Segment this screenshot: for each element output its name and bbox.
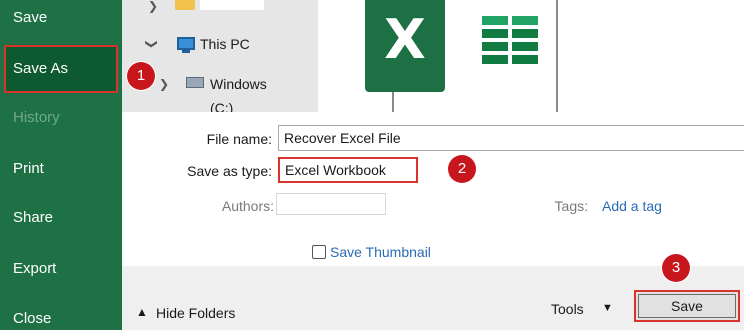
sidebar-item-save[interactable]: Save xyxy=(0,0,122,43)
excel-logo-icon: X xyxy=(365,0,445,92)
chevron-down-icon[interactable]: ❯ xyxy=(140,39,164,49)
save-type-select[interactable]: Excel Workbook xyxy=(278,157,418,183)
computer-stand-icon xyxy=(182,50,190,53)
sidebar-item-print[interactable]: Print xyxy=(0,144,122,194)
backstage-sidebar: Save Save As History Print Share Export … xyxy=(0,0,122,330)
sidebar-item-close[interactable]: Close xyxy=(0,294,122,330)
save-button[interactable]: Save xyxy=(634,290,740,322)
authors-input[interactable] xyxy=(276,193,386,215)
tree-item-this-pc[interactable]: ❯ This PC xyxy=(122,32,292,56)
caret-down-icon[interactable]: ▼ xyxy=(602,302,613,314)
save-thumbnail-checkbox[interactable] xyxy=(312,245,326,259)
step-badge-2: 2 xyxy=(448,155,476,183)
save-type-label: Save as type: xyxy=(187,163,272,179)
save-button-focus-ring xyxy=(638,294,736,318)
sidebar-item-export[interactable]: Export xyxy=(0,244,122,294)
preview-divider xyxy=(556,0,558,112)
folder-icon xyxy=(175,0,195,10)
tree-item-name xyxy=(200,0,264,10)
drive-icon xyxy=(186,77,204,88)
tools-button[interactable]: Tools xyxy=(551,301,584,317)
hide-folders-button[interactable]: Hide Folders xyxy=(156,305,235,321)
computer-icon xyxy=(177,37,195,50)
dialog-footer: ▲ Hide Folders Tools ▼ Save xyxy=(122,266,744,330)
chevron-right-icon[interactable]: ❯ xyxy=(148,0,158,18)
sidebar-item-share[interactable]: Share xyxy=(0,193,122,243)
save-form: File name: Recover Excel File Save as ty… xyxy=(122,112,744,266)
chevron-up-icon[interactable]: ▲ xyxy=(136,305,148,319)
step-badge-3: 3 xyxy=(662,254,690,282)
tree-item-label: This PC xyxy=(200,36,250,52)
save-thumbnail-label[interactable]: Save Thumbnail xyxy=(330,244,431,260)
add-tag-link[interactable]: Add a tag xyxy=(602,198,662,214)
tags-label: Tags: xyxy=(554,198,588,214)
tree-item-folder[interactable]: ❯ xyxy=(122,0,292,18)
chevron-right-icon[interactable]: ❯ xyxy=(159,72,169,96)
authors-label: Authors: xyxy=(221,198,274,214)
file-name-input[interactable]: Recover Excel File xyxy=(278,125,744,151)
sidebar-item-history: History xyxy=(13,109,60,126)
navigation-pane: ❯ ❯ This PC ❯ Windows (C:) xyxy=(122,0,432,116)
sidebar-item-save-as[interactable]: Save As xyxy=(4,45,118,93)
preview-area: X xyxy=(318,0,744,112)
step-badge-1: 1 xyxy=(127,62,155,90)
file-name-label: File name: xyxy=(206,131,272,147)
